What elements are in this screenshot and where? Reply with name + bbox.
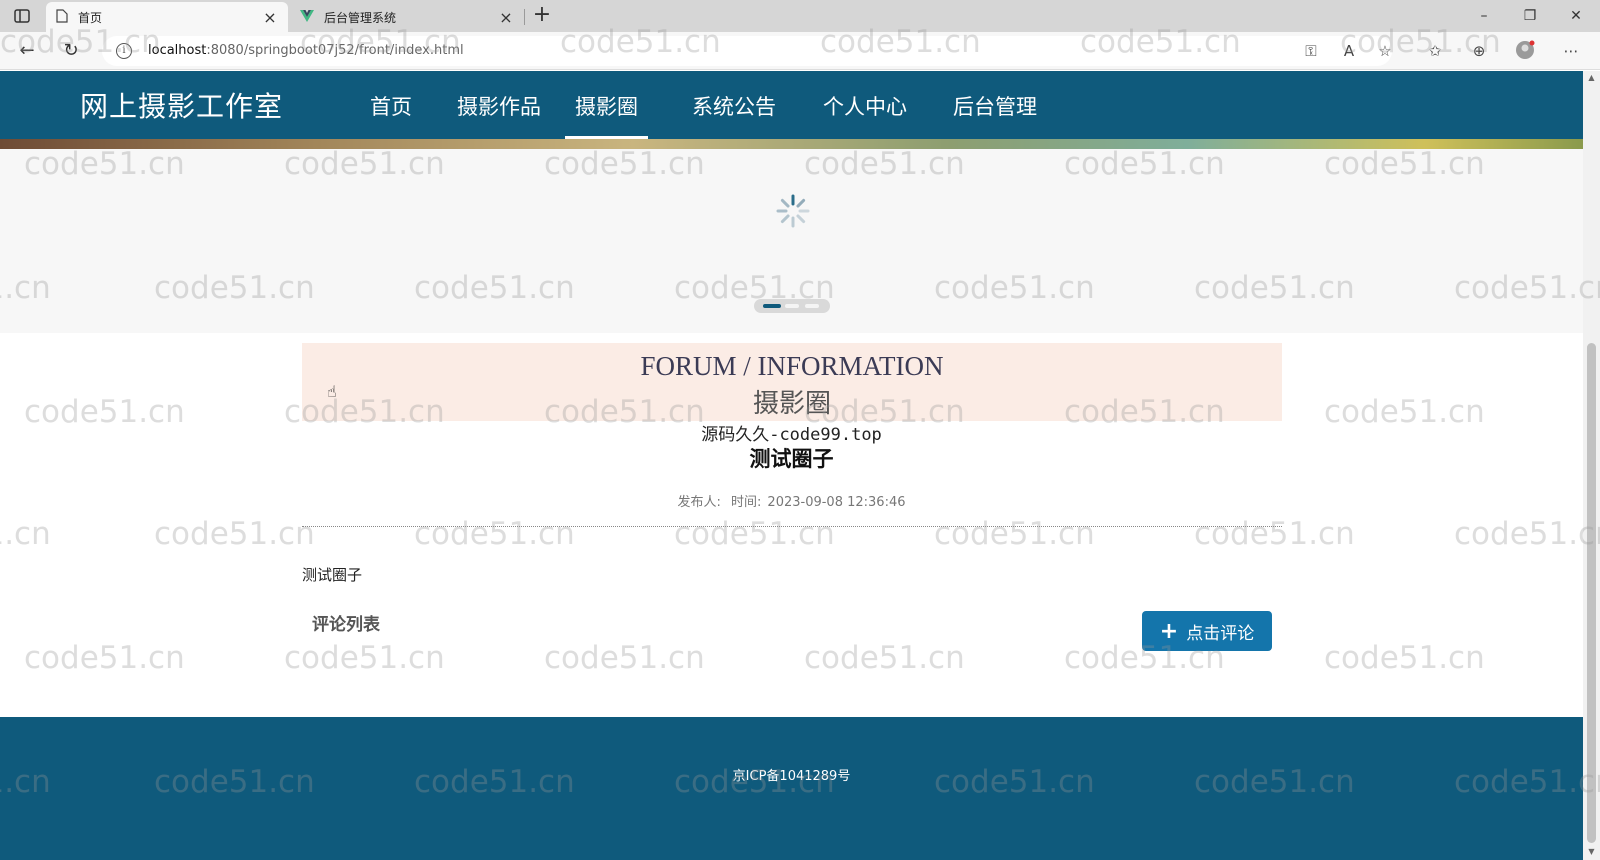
read-aloud-icon[interactable]: A (1338, 40, 1360, 62)
sidebar-icon[interactable] (12, 6, 32, 26)
favorites-icon[interactable]: ✩ (1424, 40, 1446, 62)
post-meta: 发布人: 时间: 2023-09-08 12:36:46 (0, 491, 1583, 510)
plus-icon: + (1159, 618, 1179, 644)
tab-separator (524, 9, 525, 25)
vue-logo-icon (300, 9, 314, 25)
divider (302, 526, 1282, 527)
site-footer: 京ICP备1041289号 (0, 717, 1583, 860)
carousel-dot[interactable] (785, 304, 799, 308)
nav-works[interactable]: 摄影作品 (457, 91, 541, 139)
comment-list-heading: 评论列表 (312, 615, 380, 635)
forum-heading-cn: 摄影圈 (752, 389, 831, 418)
scroll-thumb[interactable] (1587, 343, 1596, 843)
tab-title: 后台管理系统 (324, 10, 397, 25)
reload-icon[interactable]: ↻ (60, 40, 82, 62)
nav-home[interactable]: 首页 (370, 91, 412, 139)
carousel-indicator (754, 299, 830, 313)
scroll-down-icon[interactable]: ▼ (1586, 847, 1597, 856)
site-header: 网上摄影工作室 首页 摄影作品 摄影圈 系统公告 个人中心 后台管理 (0, 71, 1583, 139)
site-brand[interactable]: 网上摄影工作室 (80, 85, 283, 125)
forum-header: FORUM / INFORMATION 摄影圈 (302, 343, 1282, 421)
page-scrollbar[interactable]: ▲ ▼ (1583, 71, 1600, 860)
tab-title: 首页 (78, 10, 103, 25)
post-time: 2023-09-08 12:36:46 (767, 495, 906, 510)
minimize-icon[interactable]: – (1474, 6, 1494, 26)
author-label: 发布人: (677, 495, 721, 510)
icp-text[interactable]: 京ICP备1041289号 (0, 765, 1583, 784)
scroll-up-icon[interactable]: ▲ (1586, 73, 1597, 82)
profile-icon[interactable] (1514, 40, 1536, 62)
source-text: 源码久久-code99.top (701, 425, 882, 445)
info-icon[interactable]: i (116, 43, 132, 59)
forum-heading-en: FORUM / INFORMATION (640, 351, 944, 381)
tab-admin[interactable]: 后台管理系统 × (290, 2, 524, 32)
nav-circle[interactable]: 摄影圈 (565, 91, 648, 139)
browser-address-bar: ← ↻ i localhost:8080/springboot07j52/fro… (0, 32, 1600, 70)
carousel-dot[interactable] (805, 304, 819, 308)
close-icon[interactable]: × (498, 8, 514, 27)
close-icon[interactable]: × (262, 8, 278, 27)
collections-icon[interactable]: ⊕ (1468, 40, 1490, 62)
time-label: 时间: (731, 495, 762, 510)
back-icon[interactable]: ← (16, 40, 38, 62)
carousel (0, 149, 1583, 333)
nav-personal-center[interactable]: 个人中心 (823, 91, 907, 139)
plus-icon[interactable]: + (530, 4, 554, 28)
carousel-dot[interactable] (763, 304, 781, 308)
nav-notice[interactable]: 系统公告 (692, 91, 776, 139)
restore-icon[interactable]: ❐ (1520, 6, 1540, 26)
add-comment-label: 点击评论 (1186, 623, 1255, 644)
loading-spinner-icon (775, 193, 811, 229)
page-icon (56, 8, 68, 26)
add-comment-button[interactable]: + 点击评论 (1142, 611, 1272, 651)
browser-tab-bar: 首页 × 后台管理系统 × + – ❐ ✕ (0, 0, 1600, 32)
post-content: 测试圈子 (302, 566, 363, 584)
web-page: 网上摄影工作室 首页 摄影作品 摄影圈 系统公告 个人中心 后台管理 FORUM… (0, 71, 1583, 860)
more-icon[interactable]: ⋯ (1560, 40, 1582, 62)
url-text: localhost:8080/springboot07j52/front/ind… (148, 43, 464, 58)
nav-admin[interactable]: 后台管理 (953, 91, 1037, 139)
close-window-icon[interactable]: ✕ (1566, 6, 1586, 26)
url-input[interactable]: i localhost:8080/springboot07j52/front/i… (102, 36, 1392, 66)
favorite-add-icon[interactable]: ☆ (1374, 40, 1396, 62)
banner-image (0, 139, 1583, 149)
tab-home[interactable]: 首页 × (46, 2, 288, 32)
key-icon[interactable]: ⚿ (1300, 40, 1322, 62)
post-title: 测试圈子 (749, 447, 834, 471)
hand-cursor-icon: ☝ (327, 382, 337, 401)
